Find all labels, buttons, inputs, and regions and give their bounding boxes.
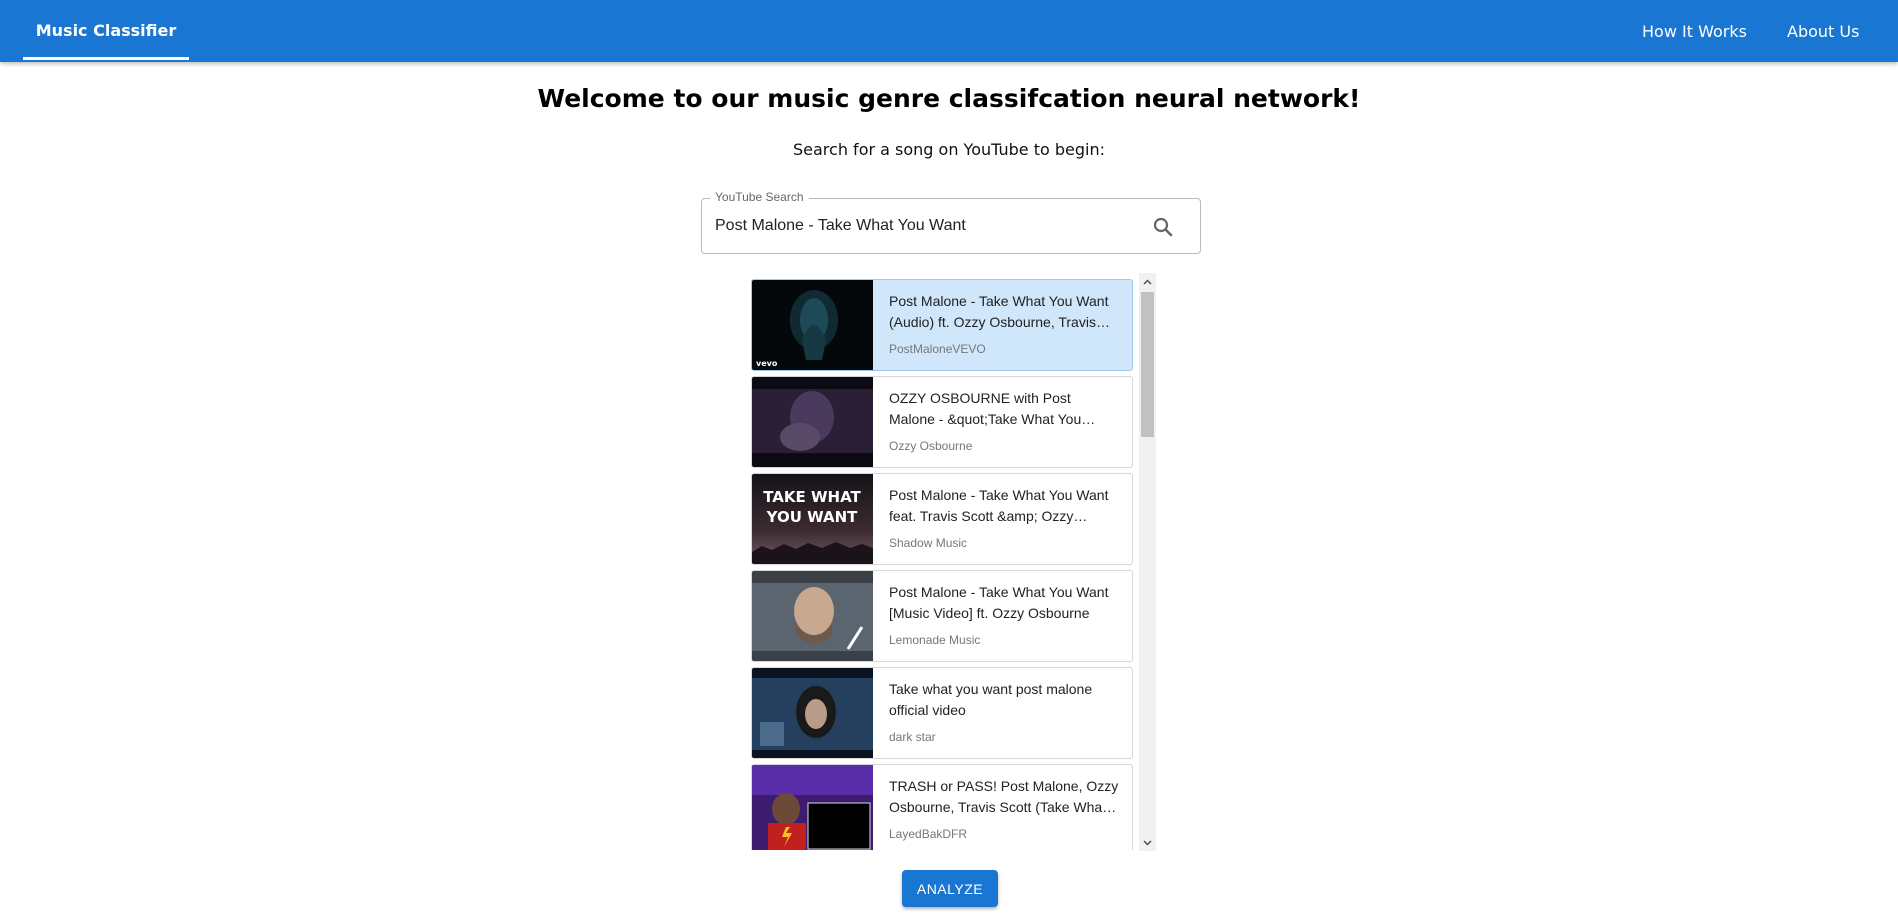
- page-subtitle: Search for a song on YouTube to begin:: [793, 140, 1105, 159]
- result-channel: LayedBakDFR: [889, 827, 968, 841]
- result-channel: Shadow Music: [889, 536, 968, 550]
- page-title: Welcome to our music genre classifcation…: [537, 84, 1361, 113]
- thumbnail-caption-line-1: TAKE WHAT: [763, 488, 861, 506]
- video-thumbnail: [752, 571, 873, 661]
- active-tab-indicator: [23, 57, 189, 60]
- result-title: Take what you want post malone official …: [889, 681, 1093, 718]
- video-thumbnail: [752, 668, 873, 758]
- result-title: Post Malone - Take What You Want (Audio)…: [889, 293, 1109, 330]
- youtube-search-field: YouTube Search: [701, 190, 1201, 254]
- search-field-label: YouTube Search: [710, 190, 809, 204]
- video-thumbnail: vevo: [752, 280, 873, 370]
- search-input[interactable]: [715, 213, 1135, 239]
- video-thumbnail: [752, 765, 873, 850]
- result-channel: Ozzy Osbourne: [889, 439, 973, 453]
- results-scrollbar[interactable]: [1139, 273, 1156, 851]
- result-item[interactable]: vevo Post Malone - Take What You Want (A…: [751, 279, 1133, 371]
- result-item[interactable]: OZZY OSBOURNE with Post Malone - &quot;T…: [751, 376, 1133, 468]
- nav-about-us[interactable]: About Us: [1787, 0, 1859, 62]
- brand-tab[interactable]: Music Classifier: [23, 0, 189, 60]
- search-results-list: vevo Post Malone - Take What You Want (A…: [751, 277, 1133, 850]
- nav-how-it-works[interactable]: How It Works: [1642, 0, 1747, 62]
- vevo-badge: vevo: [756, 359, 778, 368]
- result-title: OZZY OSBOURNE with Post Malone - &quot;T…: [889, 390, 1082, 427]
- scroll-down-arrow-icon[interactable]: [1139, 834, 1156, 851]
- result-channel: Lemonade Music: [889, 633, 981, 647]
- search-icon[interactable]: [1151, 215, 1175, 239]
- result-channel: dark star: [889, 730, 936, 744]
- result-item[interactable]: Take what you want post malone official …: [751, 667, 1133, 759]
- video-thumbnail: [752, 377, 873, 467]
- result-item[interactable]: TAKE WHAT YOU WANT Post Malone - Take Wh…: [751, 473, 1133, 565]
- analyze-button[interactable]: ANALYZE: [902, 870, 998, 907]
- result-title: Post Malone - Take What You Want feat. T…: [889, 487, 1109, 524]
- result-channel: PostMaloneVEVO: [889, 342, 986, 356]
- scroll-up-arrow-icon[interactable]: [1139, 273, 1156, 290]
- result-item[interactable]: TRASH or PASS! Post Malone, Ozzy Osbourn…: [751, 764, 1133, 850]
- video-thumbnail: TAKE WHAT YOU WANT: [752, 474, 873, 564]
- thumbnail-caption-line-2: YOU WANT: [766, 508, 859, 526]
- result-title: TRASH or PASS! Post Malone, Ozzy Osbourn…: [889, 778, 1119, 815]
- scrollbar-thumb[interactable]: [1141, 292, 1154, 437]
- result-item[interactable]: Post Malone - Take What You Want [Music …: [751, 570, 1133, 662]
- app-bar: Music Classifier How It Works About Us: [0, 0, 1898, 62]
- result-title: Post Malone - Take What You Want [Music …: [889, 584, 1109, 621]
